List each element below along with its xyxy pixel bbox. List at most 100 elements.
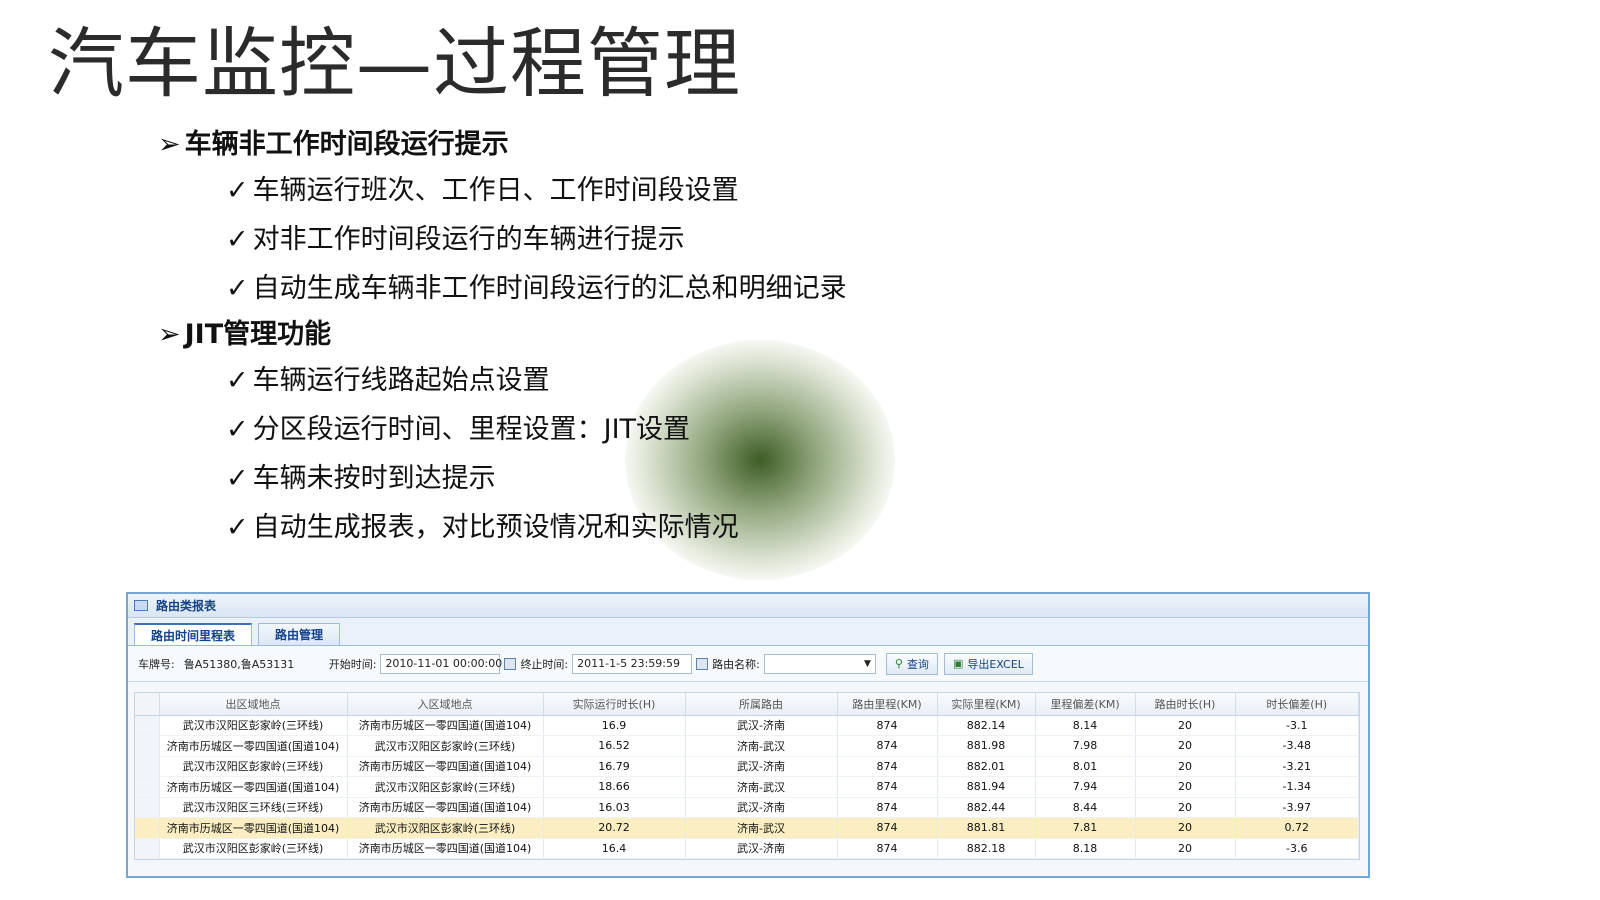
table-cell: -3.1 — [1235, 715, 1359, 736]
column-header[interactable]: 实际里程(KM) — [937, 693, 1036, 716]
bullet-item: ✓ 对非工作时间段运行的车辆进行提示 — [226, 224, 685, 255]
table-cell: 874 — [837, 735, 938, 757]
table-cell: -3.97 — [1235, 797, 1359, 818]
check-bullet-icon: ✓ — [226, 512, 249, 543]
table-cell: 武汉-济南 — [685, 838, 838, 859]
calendar-icon[interactable] — [696, 657, 709, 670]
table-cell: 7.94 — [1035, 776, 1136, 798]
table-cell: 874 — [837, 838, 938, 859]
tab-route-time-mileage[interactable]: 路由时间里程表 — [134, 623, 253, 645]
table-cell: 济南市历城区一零四国道(国道104) — [159, 776, 348, 798]
column-header[interactable]: 路由时长(H) — [1135, 693, 1236, 716]
table-cell: -3.6 — [1235, 838, 1359, 859]
table-cell: 8.01 — [1035, 756, 1136, 777]
table-cell: 8.44 — [1035, 797, 1136, 818]
table-cell: 16.79 — [543, 756, 686, 777]
route-name-label: 路由名称: — [712, 657, 760, 671]
column-header[interactable]: 里程偏差(KM) — [1035, 693, 1136, 716]
calendar-icon[interactable] — [504, 657, 517, 670]
table-cell: 16.9 — [543, 715, 686, 736]
column-header[interactable]: 实际运行时长(H) — [543, 693, 686, 716]
table-row[interactable]: 武汉市汉阳区彭家岭(三环线) 济南市历城区一零四国道(国道104) 16.79 武汉-… — [135, 756, 1359, 777]
section-heading: ➢ JIT管理功能 — [158, 319, 332, 350]
table-cell: 7.81 — [1035, 817, 1136, 839]
table-cell: 济南市历城区一零四国道(国道104) — [347, 715, 544, 736]
route-report-panel: 路由类报表 路由时间里程表 路由管理 车牌号: 鲁A51380,鲁A53131 … — [126, 592, 1370, 878]
arrow-bullet-icon: ➢ — [158, 129, 181, 160]
section-heading: ➢ 车辆非工作时间段运行提示 — [158, 129, 509, 160]
table-cell: 8.18 — [1035, 838, 1136, 859]
table-cell: 济南-武汉 — [685, 776, 838, 798]
table-cell: 874 — [837, 756, 938, 777]
table-row[interactable]: 武汉市汉阳区彭家岭(三环线) 济南市历城区一零四国道(国道104) 16.9 武汉-济… — [135, 715, 1359, 736]
table-cell: 0.72 — [1235, 817, 1359, 839]
table-cell: 16.52 — [543, 735, 686, 757]
report-icon — [134, 600, 148, 611]
end-time-label: 终止时间: — [520, 657, 569, 671]
table-cell: 881.94 — [937, 776, 1036, 798]
panel-header: 路由类报表 — [128, 594, 1368, 618]
table-cell: 16.4 — [543, 838, 686, 859]
start-time-input[interactable]: 2010-11-01 00:00:00 — [380, 653, 502, 674]
search-icon: ⚲ — [894, 657, 903, 670]
table-cell: 武汉市汉阳区彭家岭(三环线) — [159, 838, 348, 859]
end-time-input[interactable]: 2011-1-5 23:59:59 — [572, 653, 693, 674]
column-header[interactable]: 入区域地点 — [347, 693, 544, 716]
plate-label: 车牌号: — [138, 657, 175, 671]
check-bullet-icon: ✓ — [226, 365, 249, 396]
table-cell: 882.18 — [937, 838, 1036, 859]
tab-route-management[interactable]: 路由管理 — [258, 623, 341, 645]
table-cell: 18.66 — [543, 776, 686, 798]
tab-bar: 路由时间里程表 路由管理 — [128, 618, 1368, 646]
grid-body: 武汉市汉阳区彭家岭(三环线) 济南市历城区一零四国道(国道104) 16.9 武汉-济… — [135, 715, 1359, 859]
row-number — [135, 776, 160, 798]
report-grid: 出区域地点 入区域地点 实际运行时长(H) 所属路由 路由里程(KM) 实际里程… — [134, 692, 1360, 860]
column-header[interactable]: 所属路由 — [685, 693, 838, 716]
column-header[interactable]: 时长偏差(H) — [1235, 693, 1359, 716]
column-header[interactable]: 路由里程(KM) — [837, 693, 938, 716]
table-cell: 济南市历城区一零四国道(国道104) — [159, 735, 348, 757]
start-time-label: 开始时间: — [328, 657, 377, 671]
table-cell: 20 — [1135, 817, 1236, 839]
check-bullet-icon: ✓ — [226, 224, 249, 255]
table-cell: -3.48 — [1235, 735, 1359, 757]
table-cell: 武汉市汉阳区彭家岭(三环线) — [159, 715, 348, 736]
plate-input[interactable]: 鲁A51380,鲁A53131 — [179, 654, 319, 674]
table-cell: 882.44 — [937, 797, 1036, 818]
route-name-select[interactable]: ▼ — [763, 653, 876, 674]
row-number — [135, 838, 160, 859]
table-row[interactable]: 武汉市汉阳区彭家岭(三环线) 济南市历城区一零四国道(国道104) 16.4 武汉-济… — [135, 838, 1359, 859]
table-row-selected[interactable]: 济南市历城区一零四国道(国道104) 武汉市汉阳区彭家岭(三环线) 20.72 济南-… — [135, 817, 1359, 839]
table-cell: -3.21 — [1235, 756, 1359, 777]
excel-icon: ▣ — [952, 657, 964, 670]
table-cell: 20 — [1135, 838, 1236, 859]
table-row[interactable]: 武汉市汉阳区三环线(三环线) 济南市历城区一零四国道(国道104) 16.03 武汉-… — [135, 797, 1359, 818]
bullet-item: ✓ 车辆运行班次、工作日、工作时间段设置 — [226, 175, 739, 206]
panel-title: 路由类报表 — [156, 599, 217, 613]
bullet-item: ✓ 分区段运行时间、里程设置：JIT设置 — [226, 414, 691, 445]
slide-title: 汽车监控—过程管理 — [48, 19, 741, 108]
table-cell: 20 — [1135, 797, 1236, 818]
export-excel-button[interactable]: ▣ 导出EXCEL — [943, 652, 1033, 675]
table-cell: 16.03 — [543, 797, 686, 818]
table-cell: 7.98 — [1035, 735, 1136, 757]
query-button[interactable]: ⚲ 查询 — [885, 652, 938, 675]
table-cell: 武汉市汉阳区彭家岭(三环线) — [347, 735, 544, 757]
table-cell: 济南市历城区一零四国道(国道104) — [347, 838, 544, 859]
column-header[interactable]: 出区域地点 — [159, 693, 348, 716]
table-cell: 济南市历城区一零四国道(国道104) — [347, 797, 544, 818]
table-cell: 武汉市汉阳区彭家岭(三环线) — [159, 756, 348, 777]
arrow-bullet-icon: ➢ — [158, 319, 181, 350]
table-cell: 874 — [837, 776, 938, 798]
bullet-item: ✓ 自动生成报表，对比预设情况和实际情况 — [226, 512, 739, 543]
bullet-item: ✓ 车辆未按时到达提示 — [226, 463, 496, 494]
table-cell: 济南-武汉 — [685, 817, 838, 839]
table-row[interactable]: 济南市历城区一零四国道(国道104) 武汉市汉阳区彭家岭(三环线) 16.52 济南-… — [135, 735, 1359, 757]
chevron-down-icon: ▼ — [863, 658, 871, 669]
table-cell: 武汉市汉阳区彭家岭(三环线) — [347, 817, 544, 839]
filter-toolbar: 车牌号: 鲁A51380,鲁A53131 开始时间: 2010-11-01 00… — [128, 646, 1368, 682]
bullet-item: ✓ 车辆运行线路起始点设置 — [226, 365, 550, 396]
table-cell: 济南市历城区一零四国道(国道104) — [347, 756, 544, 777]
row-number — [135, 715, 160, 736]
table-row[interactable]: 济南市历城区一零四国道(国道104) 武汉市汉阳区彭家岭(三环线) 18.66 济南-… — [135, 776, 1359, 798]
